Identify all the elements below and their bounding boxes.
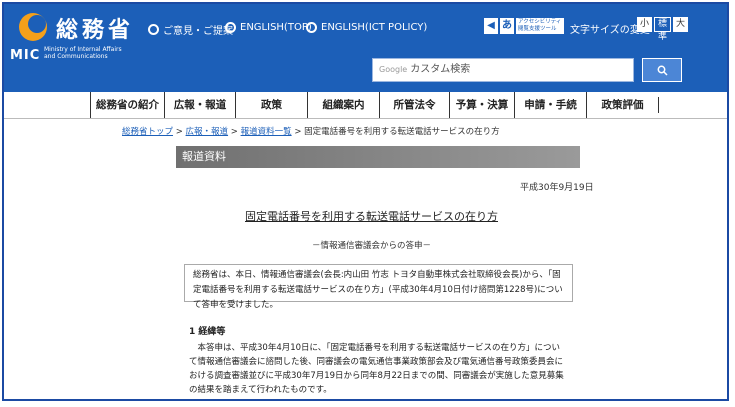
circle-bullet-icon — [306, 22, 317, 33]
search-input[interactable]: Google カスタム検索 — [372, 58, 634, 82]
site-header: 総務省 MIC Ministry of Internal Affairs and… — [4, 4, 727, 92]
page-title: 固定電話番号を利用する転送電話サービスの在り方 — [4, 208, 727, 224]
breadcrumb-separator: > — [294, 127, 302, 137]
feedback-link-label: ご意見・ご提案 — [163, 26, 233, 37]
english-ict-link[interactable]: ENGLISH(ICT POLICY) — [306, 22, 427, 33]
section-label-bar: 報道資料 — [176, 146, 580, 168]
org-english-name: Ministry of Internal Affairs and Communi… — [44, 46, 122, 60]
circle-bullet-icon — [148, 24, 159, 35]
font-large-button[interactable]: 大 — [673, 17, 688, 32]
breadcrumb: 総務省トップ > 広報・報道 > 報道資料一覧 > 固定電話番号を利用する転送電… — [122, 125, 500, 137]
section-heading: 1 経緯等 — [189, 327, 226, 337]
english-ict-link-label: ENGLISH(ICT POLICY) — [321, 22, 428, 33]
nav-item-evaluation[interactable]: 政策評価 — [586, 92, 658, 118]
page-title-text: 固定電話番号を利用する転送電話サービスの在り方 — [245, 210, 498, 223]
breadcrumb-separator: > — [175, 127, 183, 137]
search-button[interactable] — [642, 58, 682, 82]
accessibility-icon: あ — [500, 18, 514, 34]
speaker-icon: ◀ — [484, 18, 498, 34]
org-name[interactable]: 総務省 — [56, 12, 134, 44]
accessibility-tool[interactable]: ◀ あ アクセシビリティ 閲覧支援ツール — [484, 18, 564, 34]
english-top-link[interactable]: ENGLISH(TOP) — [225, 22, 312, 33]
nav-item-applications[interactable]: 申請・手続 — [514, 92, 586, 118]
font-small-button[interactable]: 小 — [637, 17, 652, 32]
search-placeholder: カスタム検索 — [410, 64, 471, 75]
nav-divider — [658, 97, 659, 113]
global-nav: 総務省の紹介 広報・報道 政策 組織案内 所管法令 予算・決算 申請・手続 政策… — [4, 92, 727, 119]
english-top-link-label: ENGLISH(TOP) — [240, 22, 312, 33]
font-normal-button[interactable]: 標準 — [654, 17, 671, 42]
nav-item-about[interactable]: 総務省の紹介 — [90, 92, 164, 118]
breadcrumb-separator: > — [230, 127, 238, 137]
nav-item-budget[interactable]: 予算・決算 — [449, 92, 514, 118]
search-icon — [657, 65, 668, 76]
org-abbrev: MIC — [10, 48, 41, 63]
ministry-logo-icon[interactable] — [18, 12, 48, 42]
nav-item-policy[interactable]: 政策 — [235, 92, 307, 118]
google-brand: Google — [379, 65, 408, 74]
page-subtitle: －情報通信審議会からの答申－ — [311, 241, 431, 251]
circle-bullet-icon — [225, 22, 236, 33]
breadcrumb-current: 固定電話番号を利用する転送電話サービスの在り方 — [304, 127, 500, 137]
nav-item-laws[interactable]: 所管法令 — [379, 92, 449, 118]
summary-box: 総務省は、本日、情報通信審議会(会長:内山田 竹志 トヨタ自動車株式会社取締役会… — [184, 264, 573, 310]
breadcrumb-link-press[interactable]: 広報・報道 — [186, 127, 229, 137]
press-date: 平成30年9月19日 — [520, 183, 594, 193]
nav-item-organization[interactable]: 組織案内 — [307, 92, 379, 118]
section-body: 本答申は、平成30年4月10日に、「固定電話番号を利用する転送電話サービスの在り… — [189, 343, 564, 395]
feedback-link[interactable]: ご意見・ご提案 — [148, 22, 233, 37]
breadcrumb-link-press-list[interactable]: 報道資料一覧 — [241, 127, 292, 137]
nav-item-press[interactable]: 広報・報道 — [164, 92, 235, 118]
breadcrumb-link-top[interactable]: 総務省トップ — [122, 127, 173, 137]
browser-frame: 総務省 MIC Ministry of Internal Affairs and… — [2, 2, 729, 401]
accessibility-label: アクセシビリティ 閲覧支援ツール — [516, 18, 564, 34]
